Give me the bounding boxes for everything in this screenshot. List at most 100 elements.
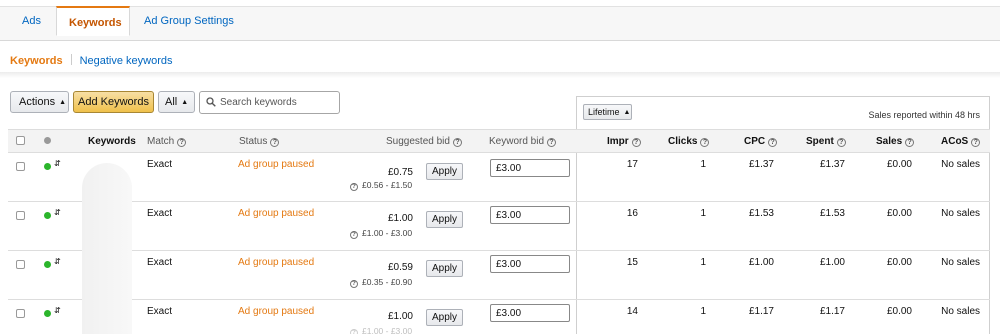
help-icon[interactable]: ? [270, 138, 280, 147]
col-match[interactable]: Match? [147, 136, 187, 147]
col-clicks[interactable]: Clicks? [668, 136, 710, 147]
table-row: ⇵ Exact Ad group paused £1.00 Apply ? £1.… [8, 300, 990, 334]
col-impr[interactable]: Impr? [607, 136, 641, 147]
col-spent[interactable]: Spent? [806, 136, 846, 147]
help-icon[interactable]: ? [350, 329, 358, 334]
updown-caret-icon[interactable]: ⇵ [54, 159, 61, 168]
table-header: Keywords Match? Status? Suggested bid? K… [8, 129, 990, 153]
suggested-bid: £1.00 [387, 311, 413, 322]
status-text: Ad group paused [238, 306, 315, 317]
redacted-keyword-column [82, 163, 132, 334]
tab-ad-group-settings[interactable]: Ad Group Settings [132, 6, 246, 36]
status-dot-icon[interactable] [44, 163, 51, 170]
apply-button[interactable]: Apply [426, 309, 464, 326]
help-icon[interactable]: ? [177, 138, 187, 147]
spent-value: £1.00 [819, 257, 845, 268]
help-icon[interactable]: ? [905, 138, 915, 147]
col-keywords[interactable]: Keywords [88, 136, 136, 147]
keyword-bid-input[interactable] [490, 304, 570, 322]
clicks-value: 1 [700, 257, 706, 268]
period-label: Lifetime [588, 107, 620, 117]
help-icon[interactable]: ? [452, 138, 462, 147]
acos-value: No sales [941, 159, 980, 170]
table-row: ⇵ Exact Ad group paused £1.00 Apply ? £1.… [8, 202, 990, 251]
help-icon[interactable]: ? [836, 138, 846, 147]
col-acos[interactable]: ACoS? [941, 136, 981, 147]
updown-caret-icon: ▲ [181, 99, 189, 106]
help-icon[interactable]: ? [350, 231, 358, 239]
apply-button[interactable]: Apply [426, 260, 464, 277]
suggested-bid: £0.75 [387, 167, 413, 178]
sales-note: Sales reported within 48 hrs [868, 110, 980, 120]
apply-button[interactable]: Apply [426, 163, 464, 180]
row-checkbox[interactable] [16, 162, 25, 171]
row-checkbox[interactable] [16, 211, 25, 220]
match-type: Exact [147, 257, 173, 268]
apply-button[interactable]: Apply [426, 211, 464, 228]
status-text: Ad group paused [238, 159, 315, 170]
period-dropdown[interactable]: Lifetime ▲ [583, 104, 632, 120]
clicks-value: 1 [700, 208, 706, 219]
col-match-label: Match [147, 136, 175, 147]
bid-range: ? £0.56 - £1.50 [350, 180, 412, 191]
subnav-keywords[interactable]: Keywords [10, 55, 63, 67]
subnav-divider [70, 54, 72, 65]
col-sales-label: Sales [876, 136, 903, 147]
col-suggested-bid[interactable]: Suggested bid? [386, 136, 462, 147]
subnav-negative-keywords[interactable]: Negative keywords [80, 55, 173, 67]
acos-value: No sales [941, 257, 980, 268]
help-icon[interactable]: ? [350, 280, 358, 288]
help-icon[interactable]: ? [971, 138, 981, 147]
col-status[interactable]: Status? [239, 136, 280, 147]
keyword-bid-input[interactable] [490, 159, 570, 177]
bid-range-text: £1.00 - £3.00 [362, 228, 413, 238]
acos-value: No sales [941, 306, 980, 317]
search-icon [206, 97, 216, 107]
row-checkbox[interactable] [16, 309, 25, 318]
cpc-value: £1.17 [748, 306, 774, 317]
match-type: Exact [147, 306, 173, 317]
sales-value: £0.00 [886, 159, 912, 170]
impr-value: 15 [626, 257, 638, 268]
col-clicks-label: Clicks [668, 136, 698, 147]
updown-caret-icon: ▲︎ [59, 99, 67, 106]
updown-caret-icon: ▲ [623, 109, 631, 116]
status-header-dot-icon [44, 137, 51, 144]
acos-value: No sales [941, 208, 980, 219]
tab-keywords[interactable]: Keywords [56, 6, 130, 36]
filter-dropdown[interactable]: All ▲ [158, 91, 195, 113]
status-dot-icon[interactable] [44, 212, 51, 219]
help-icon[interactable]: ? [350, 183, 358, 191]
bid-range-text: £1.00 - £3.00 [362, 326, 413, 334]
col-cpc[interactable]: CPC? [744, 136, 778, 147]
status-dot-icon[interactable] [44, 310, 51, 317]
search-input[interactable] [220, 94, 336, 111]
updown-caret-icon[interactable]: ⇵ [54, 208, 61, 217]
select-all-checkbox[interactable] [16, 136, 25, 145]
table-row: ⇵ Exact Ad group paused £0.75 Apply ? £0.… [8, 153, 990, 202]
updown-caret-icon[interactable]: ⇵ [54, 306, 61, 315]
add-keywords-button[interactable]: Add Keywords [73, 91, 154, 113]
help-icon[interactable]: ? [768, 138, 778, 147]
match-type: Exact [147, 159, 173, 170]
col-acos-label: ACoS [941, 136, 969, 147]
search-box [199, 91, 340, 114]
help-icon[interactable]: ? [631, 138, 641, 147]
help-icon[interactable]: ? [700, 138, 710, 147]
col-keyword-bid[interactable]: Keyword bid? [489, 136, 557, 147]
tab-ads[interactable]: Ads [10, 6, 53, 36]
cpc-value: £1.00 [748, 257, 774, 268]
bid-range-text: £0.56 - £1.50 [362, 180, 413, 190]
spent-value: £1.53 [819, 208, 845, 219]
section-divider [0, 72, 1000, 78]
help-icon[interactable]: ? [547, 138, 557, 147]
col-sales[interactable]: Sales? [876, 136, 915, 147]
keyword-bid-input[interactable] [490, 255, 570, 273]
actions-dropdown[interactable]: Actions ▲︎ [10, 91, 69, 113]
keyword-bid-input[interactable] [490, 206, 570, 224]
match-type: Exact [147, 208, 173, 219]
row-checkbox[interactable] [16, 260, 25, 269]
updown-caret-icon[interactable]: ⇵ [54, 257, 61, 266]
cpc-value: £1.53 [748, 208, 774, 219]
status-dot-icon[interactable] [44, 261, 51, 268]
